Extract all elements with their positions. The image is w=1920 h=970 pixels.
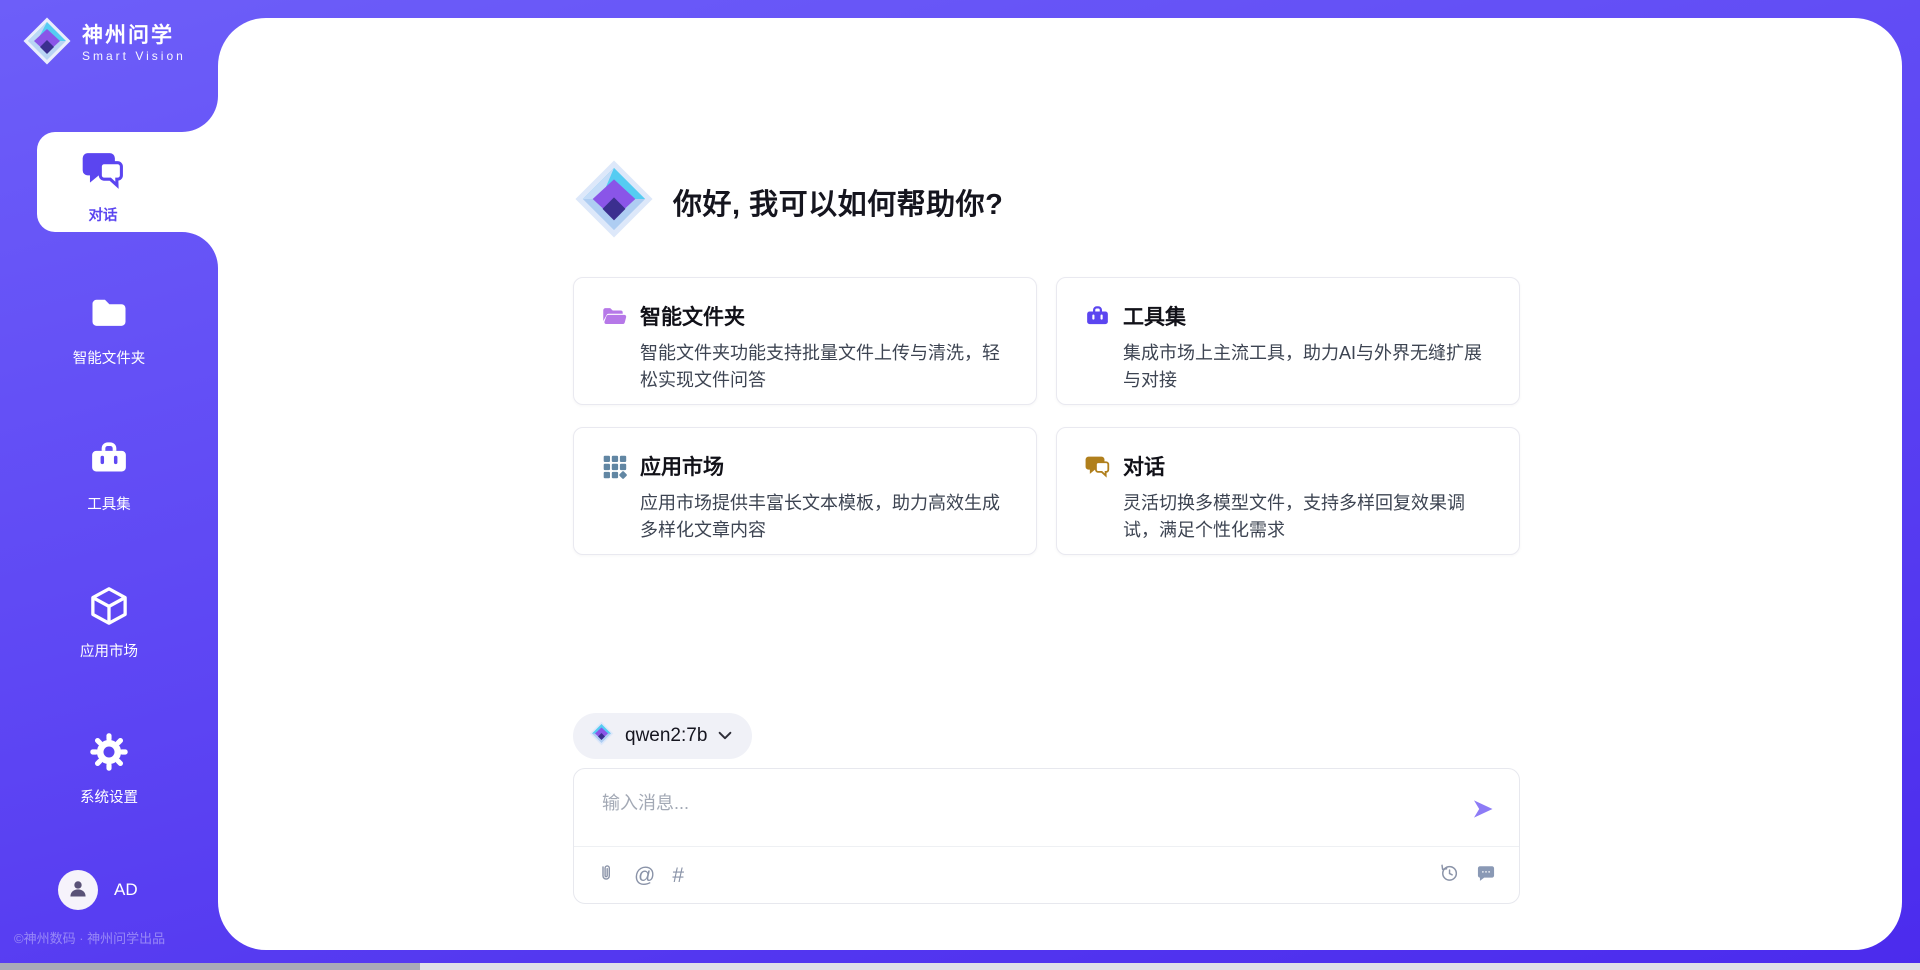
mention-button[interactable]: @ (634, 865, 655, 886)
card-app-market[interactable]: 应用市场 应用市场提供丰富长文本模板，助力高效生成多样化文章内容 (573, 427, 1037, 555)
greeting-block: 你好, 我可以如何帮助你? (573, 158, 1003, 245)
card-title: 应用市场 (640, 451, 724, 481)
model-selector[interactable]: qwen2:7b (573, 713, 752, 759)
sidebar-item-label: 应用市场 (80, 640, 138, 661)
card-title: 对话 (1123, 451, 1165, 481)
message-composer: @ # (573, 768, 1520, 904)
model-name: qwen2:7b (625, 725, 707, 747)
horizontal-scrollbar-track[interactable] (0, 963, 1920, 970)
sidebar-item-chat[interactable]: 对话 (37, 147, 169, 225)
card-smart-folder[interactable]: 智能文件夹 智能文件夹功能支持批量文件上传与清洗，轻松实现文件问答 (573, 277, 1037, 405)
avatar (58, 870, 98, 910)
logo-diamond-icon (22, 16, 72, 71)
at-icon: @ (634, 865, 655, 886)
hash-icon: # (672, 865, 684, 886)
user-name: AD (114, 880, 138, 900)
paperclip-icon (596, 862, 617, 889)
sidebar-item-label: 系统设置 (80, 786, 138, 807)
card-chat[interactable]: 对话 灵活切换多模型文件，支持多样回复效果调试，满足个性化需求 (1056, 427, 1520, 555)
greeting-diamond-icon (573, 158, 655, 245)
feature-cards: 智能文件夹 智能文件夹功能支持批量文件上传与清洗，轻松实现文件问答 工具集 集成… (573, 277, 1520, 555)
card-toolset[interactable]: 工具集 集成市场上主流工具，助力AI与外界无缝扩展与对接 (1056, 277, 1520, 405)
send-icon (1471, 809, 1495, 824)
main-panel: 你好, 我可以如何帮助你? 智能文件夹 智能文件夹功能支持批量文件上传与清洗，轻… (218, 18, 1902, 950)
composer-toolbar: @ # (574, 847, 1519, 903)
sidebar-item-label: 工具集 (87, 493, 131, 514)
sidebar: 神州问学 Smart Vision 对话 (0, 0, 218, 970)
user-avatar-icon (65, 875, 91, 906)
model-diamond-icon (589, 721, 614, 751)
toolbox-icon (87, 437, 131, 486)
sidebar-item-toolset[interactable]: 工具集 (0, 437, 218, 514)
card-description: 智能文件夹功能支持批量文件上传与清洗，轻松实现文件问答 (640, 340, 1010, 395)
card-description: 集成市场上主流工具，助力AI与外界无缝扩展与对接 (1123, 340, 1493, 395)
brand: 神州问学 Smart Vision (22, 16, 186, 71)
chevron-down-icon (718, 727, 732, 745)
attach-button[interactable] (596, 862, 617, 889)
card-description: 应用市场提供丰富长文本模板，助力高效生成多样化文章内容 (640, 490, 1010, 545)
folder-open-icon (601, 303, 628, 330)
feedback-button[interactable] (1475, 862, 1497, 888)
card-description: 灵活切换多模型文件，支持多样回复效果调试，满足个性化需求 (1123, 490, 1493, 545)
chat-icon (80, 147, 126, 198)
history-button[interactable] (1438, 862, 1460, 888)
apps-grid-icon (601, 453, 628, 480)
message-input[interactable] (600, 787, 1444, 843)
sidebar-item-smart-folder[interactable]: 智能文件夹 (0, 291, 218, 368)
history-icon (1438, 862, 1460, 888)
gear-icon (87, 730, 131, 779)
horizontal-scrollbar-thumb[interactable] (0, 963, 420, 970)
brand-name: 神州问学 (82, 24, 186, 48)
card-title: 工具集 (1123, 301, 1186, 331)
sidebar-item-label: 对话 (89, 204, 118, 225)
brand-subtitle: Smart Vision (82, 49, 186, 63)
main-content: 你好, 我可以如何帮助你? 智能文件夹 智能文件夹功能支持批量文件上传与清洗，轻… (573, 18, 1520, 950)
user-profile[interactable]: AD (58, 870, 138, 910)
folder-icon (87, 291, 131, 340)
sidebar-item-app-market[interactable]: 应用市场 (0, 584, 218, 661)
chat-bubbles-icon (1084, 453, 1111, 480)
card-title: 智能文件夹 (640, 301, 745, 331)
app-window: 神州问学 Smart Vision 对话 (0, 0, 1920, 970)
copyright-footer: ©神州数码 · 神州问学出品 (14, 928, 165, 947)
hashtag-button[interactable]: # (672, 865, 684, 886)
sidebar-item-settings[interactable]: 系统设置 (0, 730, 218, 807)
briefcase-icon (1084, 303, 1111, 330)
greeting-title: 你好, 我可以如何帮助你? (673, 181, 1003, 223)
feedback-icon (1475, 862, 1497, 888)
send-button[interactable] (1471, 797, 1495, 821)
sidebar-item-label: 智能文件夹 (73, 347, 146, 368)
cube-icon (87, 584, 131, 633)
